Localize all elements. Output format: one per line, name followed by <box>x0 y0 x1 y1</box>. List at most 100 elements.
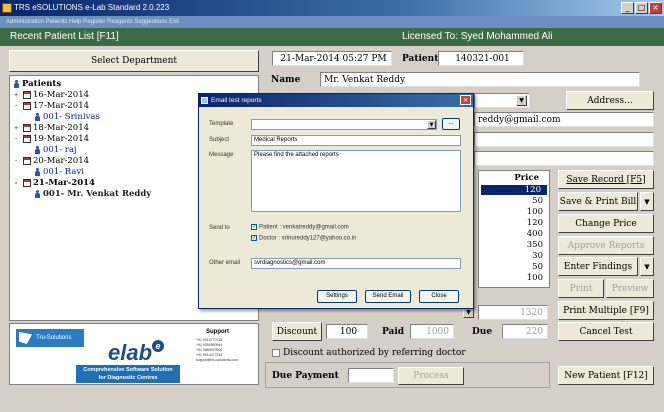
chevron-down-icon[interactable]: ▼ <box>516 95 527 106</box>
message-textarea[interactable]: Please find the attached reports <box>251 150 461 212</box>
save-record-button[interactable]: Save Record [F5] <box>558 170 654 189</box>
process-button[interactable]: Process <box>398 367 464 385</box>
change-price-button[interactable]: Change Price <box>558 214 654 233</box>
patient-email-checkbox[interactable]: ✔ Patient : venkatreddy@gmail.com <box>251 224 349 231</box>
tree-date[interactable]: - 21-Mar-2014 <box>14 178 95 188</box>
tree-date[interactable]: - 20-Mar-2014 <box>14 156 89 166</box>
check-icon[interactable]: ✔ <box>251 224 257 230</box>
doctor-email-checkbox[interactable]: ✔ Doctor : srinureddy127@yahoo.co.in <box>251 235 356 242</box>
discount-authorized-checkbox[interactable]: Discount authorized by referring doctor <box>272 348 466 358</box>
tests-price-grid[interactable]: Price 120 50 100 120 400 350 30 50 100 <box>478 170 550 288</box>
remarks-field[interactable] <box>474 151 654 166</box>
patient-id-field: 140321-001 <box>438 51 524 66</box>
branding-panel: Tru-Solutions elab e Comprehensive Softwa… <box>9 323 259 385</box>
calendar-icon <box>23 124 31 132</box>
minimize-icon[interactable]: _ <box>621 2 634 14</box>
tru-solutions-logo: Tru-Solutions <box>16 329 84 347</box>
print-multiple-button[interactable]: Print Multiple [F9] <box>558 301 654 320</box>
calendar-icon <box>23 102 31 110</box>
license-label: Licensed To: Syed Mohammed Ali <box>402 31 553 42</box>
dialog-close-icon[interactable]: × <box>460 95 471 105</box>
address-button[interactable]: Address... <box>566 91 654 110</box>
paid-field[interactable]: 1000 <box>410 324 454 339</box>
price-cell[interactable]: 100 <box>527 207 543 217</box>
new-patient-button[interactable]: New Patient [F12] <box>558 366 654 385</box>
send-email-button[interactable]: Send Email <box>365 290 411 303</box>
send-to-label: Send to <box>209 225 230 231</box>
price-cell[interactable]: 400 <box>527 229 543 239</box>
calendar-icon <box>23 91 31 99</box>
tree-date[interactable]: - 17-Mar-2014 <box>14 101 89 111</box>
price-cell[interactable]: 30 <box>532 251 543 261</box>
checkbox-icon[interactable] <box>272 348 280 357</box>
check-icon[interactable]: ✔ <box>251 235 257 241</box>
discount-button[interactable]: Discount <box>272 322 322 341</box>
tree-patient[interactable]: 001- Ravi <box>34 167 84 177</box>
message-label: Message <box>209 152 234 158</box>
email-field[interactable]: reddy@gmail.com <box>474 112 654 127</box>
tree-date[interactable]: - 19-Mar-2014 <box>14 134 89 144</box>
price-row-selected[interactable]: 120 <box>481 185 547 195</box>
recent-patient-list-label[interactable]: Recent Patient List [F11] <box>10 28 119 46</box>
tree-patient[interactable]: 001- Srinivas <box>34 112 100 122</box>
person-icon <box>34 113 41 121</box>
tree-date[interactable]: + 16-Mar-2014 <box>14 90 89 100</box>
dialog-title-bar: Email test reports × <box>199 94 473 107</box>
app-icon <box>2 3 12 13</box>
name-field[interactable]: Mr. Venkat Reddy <box>320 72 640 87</box>
cancel-test-button[interactable]: Cancel Test <box>558 322 654 341</box>
patients-icon <box>13 80 20 88</box>
due-payment-field[interactable] <box>348 368 394 383</box>
window-title-bar: TRS eSOLUTIONS e-Lab Standard 2.0.223 _ … <box>0 0 664 16</box>
enter-findings-dropdown-icon[interactable]: ▼ <box>640 257 654 276</box>
person-icon <box>34 190 41 198</box>
close-button[interactable]: Close <box>419 290 459 303</box>
menu-bar[interactable]: Administration Patients Help Register Re… <box>0 16 664 28</box>
price-cell[interactable]: 50 <box>532 196 543 206</box>
print-button[interactable]: Print <box>558 279 604 298</box>
save-print-dropdown-icon[interactable]: ▼ <box>640 192 654 211</box>
total-field: 1320 <box>478 305 548 320</box>
subject-input[interactable]: Medical Reports <box>251 135 461 146</box>
paid-label: Paid <box>382 327 405 337</box>
template-label: Template <box>209 121 234 127</box>
settings-button[interactable]: Settings <box>317 290 357 303</box>
price-cell[interactable]: 50 <box>532 262 543 272</box>
support-title: Support <box>206 329 229 335</box>
price-cell[interactable]: 100 <box>527 273 543 283</box>
subject-label: Subject <box>209 137 230 143</box>
window-title: TRS eSOLUTIONS e-Lab Standard 2.0.223 <box>14 3 170 12</box>
due-label: Due <box>472 327 493 337</box>
referral-field[interactable] <box>474 132 654 147</box>
tree-patient-selected[interactable]: 001- Mr. Venkat Reddy <box>34 189 151 199</box>
price-cell[interactable]: 120 <box>527 218 543 228</box>
calendar-icon <box>23 157 31 165</box>
header-bar: Recent Patient List [F11] Licensed To: S… <box>0 28 664 46</box>
email-icon <box>201 97 208 104</box>
tree-root[interactable]: Patients <box>13 79 61 89</box>
discount-field[interactable]: 100 <box>326 324 368 339</box>
tree-patient[interactable]: 001- raj <box>34 145 77 155</box>
tree-date[interactable]: + 18-Mar-2014 <box>14 123 89 133</box>
other-email-input[interactable]: svrdiagnostics@gmail.com <box>251 258 461 269</box>
preview-button[interactable]: Preview <box>606 279 654 298</box>
chevron-down-icon[interactable]: ▼ <box>427 120 436 129</box>
close-icon[interactable]: × <box>649 2 662 14</box>
due-payment-label: Due Payment <box>272 371 339 381</box>
price-column-header: Price <box>514 173 539 183</box>
calendar-icon <box>23 179 31 187</box>
person-icon <box>34 168 41 176</box>
tagline-box: Comprehensive Software Solution for Diag… <box>76 365 180 383</box>
datetime-field: 21-Mar-2014 05:27 PM <box>272 51 392 66</box>
support-contacts: +91 9014770725 +91 9394590944 +91 986937… <box>196 338 238 362</box>
select-department-button[interactable]: Select Department <box>9 50 259 72</box>
person-icon <box>34 146 41 154</box>
template-browse-button[interactable]: ... <box>442 118 460 130</box>
save-print-bill-button[interactable]: Save & Print Bill <box>558 192 638 211</box>
price-cell[interactable]: 350 <box>527 240 543 250</box>
template-select[interactable] <box>251 119 437 130</box>
maximize-icon[interactable]: □ <box>635 2 648 14</box>
approve-reports-button[interactable]: Approve Reports <box>558 236 654 255</box>
enter-findings-button[interactable]: Enter Findings <box>558 257 638 276</box>
other-email-label: Other email <box>209 260 241 266</box>
